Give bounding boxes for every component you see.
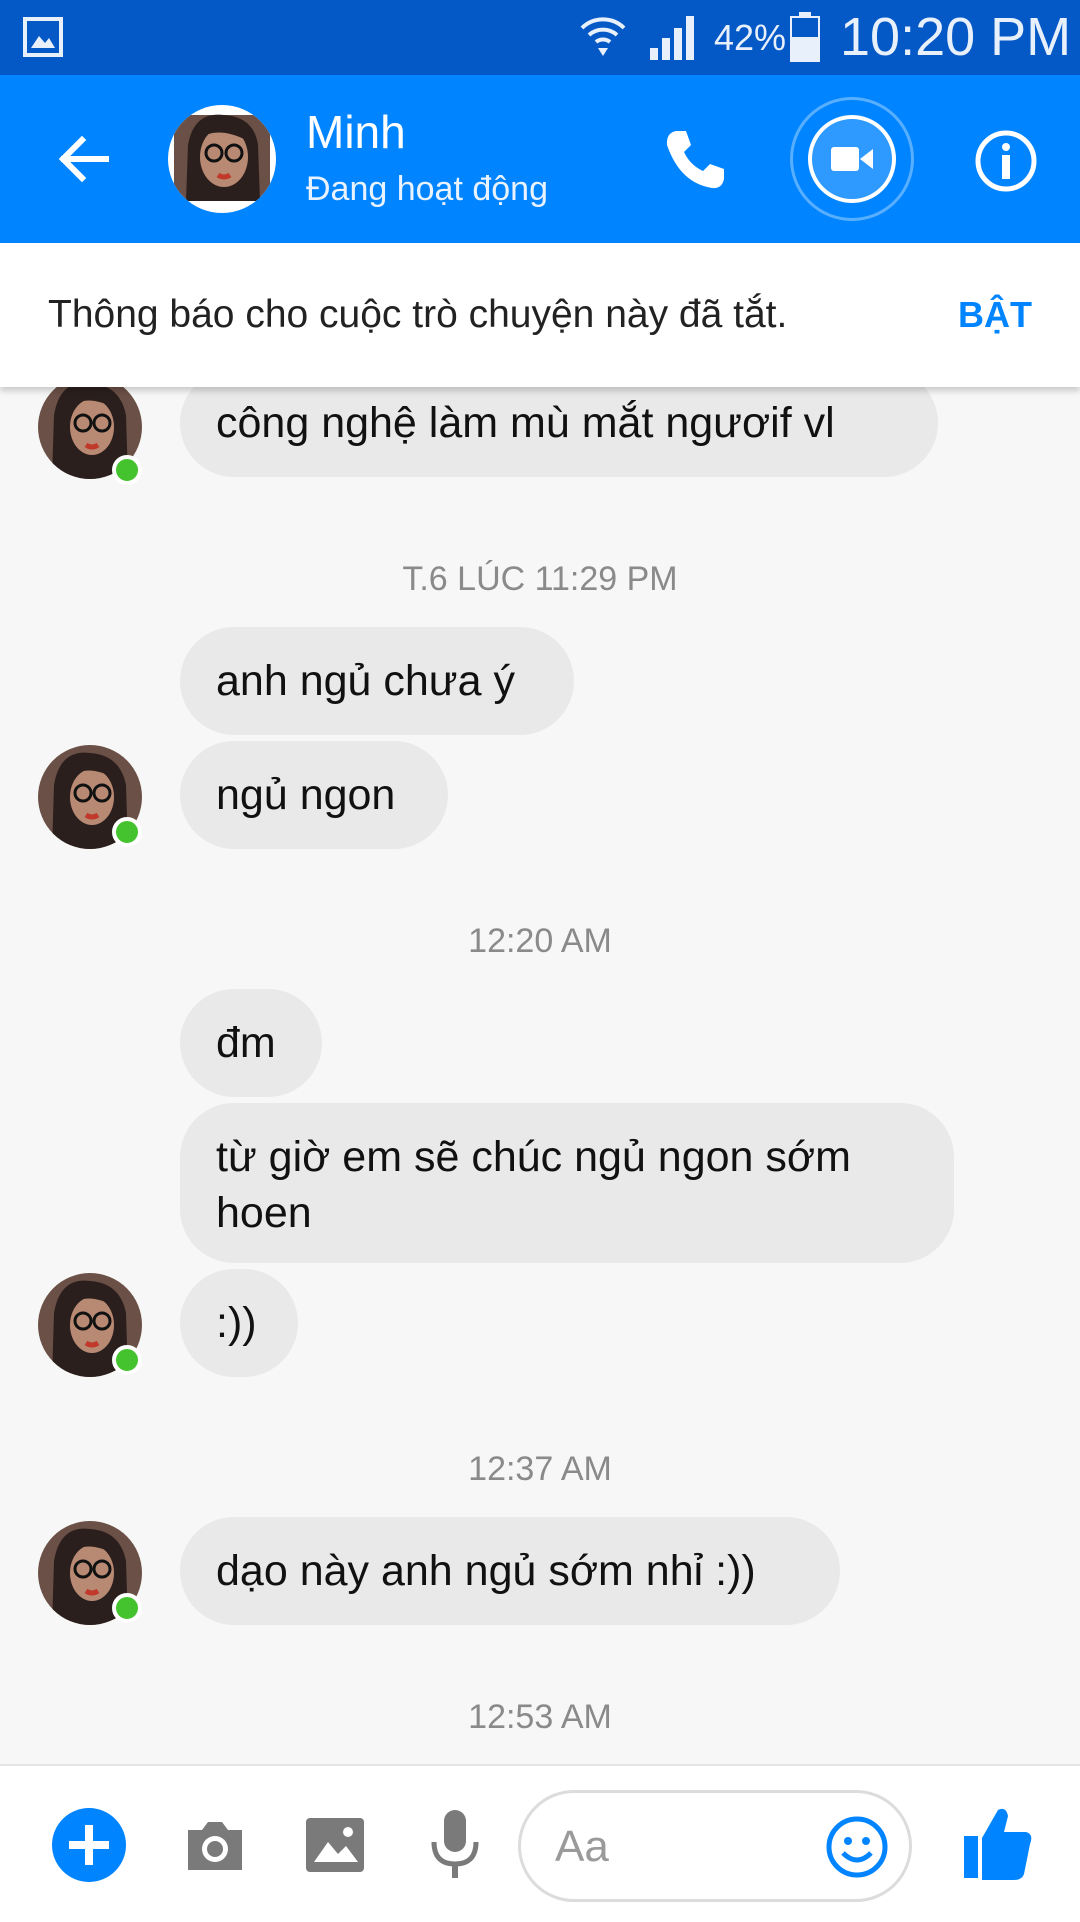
online-indicator — [112, 817, 142, 847]
message-bubble[interactable]: từ giờ em sẽ chúc ngủ ngon sớm hoen — [180, 1103, 954, 1263]
online-indicator — [112, 1593, 142, 1623]
contact-avatar[interactable] — [168, 105, 276, 213]
online-indicator — [112, 455, 142, 485]
gallery-icon — [23, 17, 63, 57]
video-call-button[interactable] — [790, 97, 914, 221]
status-bar: 42% 10:20 PM — [0, 0, 1080, 75]
notice-text: Thông báo cho cuộc trò chuyện này đã tắt… — [48, 293, 788, 336]
clock: 10:20 PM — [840, 7, 1072, 67]
online-indicator — [112, 1345, 142, 1375]
battery-icon — [790, 12, 820, 62]
image-icon[interactable] — [302, 1812, 368, 1878]
message-input[interactable]: Aa — [518, 1790, 912, 1902]
microphone-icon[interactable] — [428, 1806, 482, 1882]
notification-muted-banner: Thông báo cho cuộc trò chuyện này đã tắt… — [0, 243, 1080, 387]
message-timestamp: 12:37 AM — [468, 1450, 612, 1488]
video-camera-icon — [831, 147, 873, 171]
wifi-icon — [580, 17, 626, 56]
message-bubble[interactable]: anh ngủ chưa ý — [180, 627, 574, 735]
camera-icon[interactable] — [182, 1812, 248, 1878]
message-timestamp: 12:53 AM — [468, 1698, 612, 1736]
info-icon[interactable] — [974, 129, 1038, 193]
emoji-icon[interactable] — [825, 1815, 889, 1879]
battery-percent: 42% — [714, 17, 787, 58]
message-bubble[interactable]: đm — [180, 989, 322, 1097]
message-composer: Aa — [0, 1764, 1080, 1922]
back-arrow-icon[interactable] — [50, 126, 116, 192]
phone-icon[interactable] — [660, 125, 730, 195]
message-bubble[interactable]: công nghệ làm mù mắt ngươif vl — [180, 387, 938, 477]
message-list[interactable]: công nghệ làm mù mắt ngươif vl T.6 LÚC 1… — [0, 387, 1080, 1764]
message-timestamp: 12:20 AM — [468, 922, 612, 960]
contact-name[interactable]: Minh — [306, 105, 406, 159]
message-bubble[interactable]: :)) — [180, 1269, 298, 1377]
contact-status: Đang hoạt động — [306, 170, 548, 208]
conversation-header: Minh Đang hoạt động — [0, 75, 1080, 243]
enable-notifications-button[interactable]: BẬT — [958, 293, 1032, 337]
signal-icon — [650, 16, 694, 60]
message-bubble[interactable]: ngủ ngon — [180, 741, 448, 849]
thumbs-up-icon[interactable] — [962, 1802, 1034, 1882]
plus-icon — [69, 1825, 109, 1865]
message-timestamp: T.6 LÚC 11:29 PM — [402, 560, 678, 598]
message-input-placeholder: Aa — [555, 1822, 609, 1871]
message-bubble[interactable]: dạo này anh ngủ sớm nhỉ :)) — [180, 1517, 840, 1625]
more-actions-button[interactable] — [52, 1808, 126, 1882]
